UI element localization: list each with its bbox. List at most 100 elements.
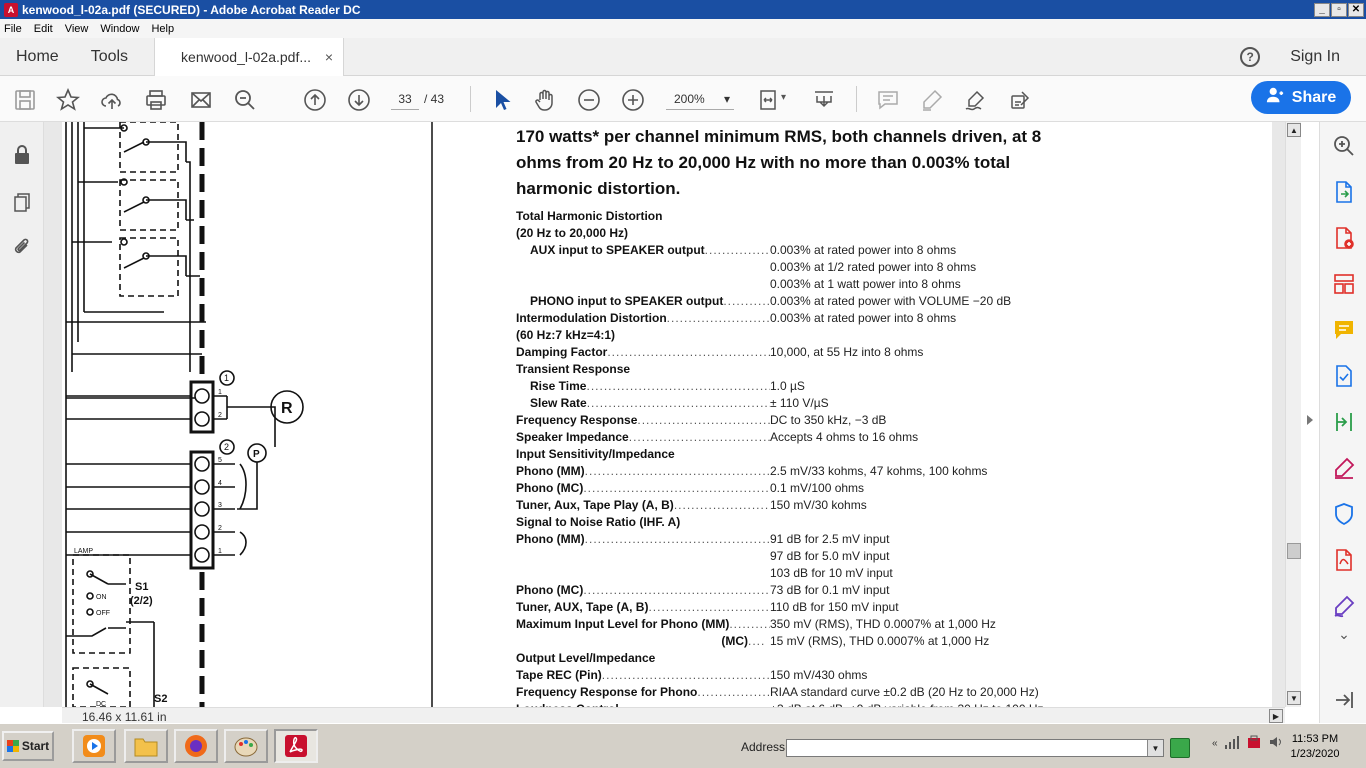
spec-value: 2.5 mV/33 kohms, 47 kohms, 100 kohms bbox=[770, 464, 988, 478]
acrobat-taskbar-icon[interactable] bbox=[274, 729, 318, 763]
comment-icon[interactable] bbox=[876, 88, 900, 112]
pages-thumbnail-icon[interactable] bbox=[11, 191, 33, 213]
spec-label-leader: Speaker Impedance.......................… bbox=[516, 429, 770, 446]
spec-row: (60 Hz:7 kHz=4:1) bbox=[516, 327, 1156, 344]
close-window-button[interactable]: ✕ bbox=[1348, 2, 1364, 17]
close-tab-icon[interactable]: × bbox=[325, 49, 333, 65]
prev-page-icon[interactable] bbox=[303, 88, 327, 112]
send-review-icon[interactable] bbox=[1332, 364, 1356, 388]
export-pdf-icon[interactable] bbox=[1332, 180, 1356, 204]
share-button[interactable]: Share bbox=[1251, 81, 1351, 114]
sign-tool-icon[interactable] bbox=[1332, 594, 1356, 618]
sign-icon[interactable] bbox=[963, 88, 987, 112]
organize-pages-icon[interactable] bbox=[1332, 272, 1356, 296]
highlight-icon[interactable] bbox=[920, 88, 944, 112]
select-cursor-icon[interactable] bbox=[490, 88, 514, 112]
address-dropdown-icon[interactable]: ▼ bbox=[1147, 740, 1163, 756]
hand-icon[interactable] bbox=[533, 88, 557, 112]
tray-chevron-icon[interactable]: « bbox=[1212, 738, 1218, 749]
scroll-down-icon[interactable]: ▼ bbox=[1287, 691, 1301, 705]
comment-tool-icon[interactable] bbox=[1332, 318, 1356, 342]
address-input[interactable] bbox=[786, 739, 1164, 757]
next-page-icon[interactable] bbox=[347, 88, 371, 112]
upload-icon[interactable] bbox=[100, 88, 124, 112]
zoom-panel-icon[interactable] bbox=[1332, 134, 1356, 158]
menu-edit[interactable]: Edit bbox=[34, 23, 53, 35]
lock-icon[interactable] bbox=[11, 144, 33, 166]
scroll-up-icon[interactable]: ▲ bbox=[1287, 123, 1301, 137]
clock[interactable]: 11:53 PM 1/23/2020 bbox=[1290, 732, 1340, 762]
menu-help[interactable]: Help bbox=[151, 23, 174, 35]
spec-value: 0.003% at 1/2 rated power into 8 ohms bbox=[770, 260, 977, 274]
tab-tools[interactable]: Tools bbox=[75, 38, 144, 76]
chevron-down-icon[interactable]: ⌄ bbox=[1332, 626, 1356, 650]
zoom-out-icon[interactable] bbox=[577, 88, 601, 112]
file-explorer-icon[interactable] bbox=[124, 729, 168, 763]
spec-row: (MC).... 15 mV (RMS), THD 0.0007% at 1,00… bbox=[516, 633, 1156, 650]
star-icon[interactable] bbox=[55, 87, 81, 112]
media-player-icon[interactable] bbox=[72, 729, 116, 763]
document-viewport[interactable]: 1 2 R P LAMP ON OFF S1 (2/2) DC S2 1 2 5… bbox=[44, 122, 1285, 707]
paint-icon[interactable] bbox=[224, 729, 268, 763]
spec-row: Frequency Response......................… bbox=[516, 412, 1156, 429]
tab-home[interactable]: Home bbox=[0, 38, 75, 76]
start-button[interactable]: Start bbox=[2, 731, 54, 761]
print-icon[interactable] bbox=[144, 88, 168, 112]
firefox-icon[interactable] bbox=[174, 729, 218, 763]
s1-sub-label: (2/2) bbox=[130, 595, 153, 607]
menu-file[interactable]: File bbox=[4, 23, 22, 35]
sign-in-link[interactable]: Sign In bbox=[1290, 48, 1340, 66]
leader-dots: ........................................… bbox=[607, 345, 770, 359]
fit-chevron-icon[interactable]: ▾ bbox=[781, 92, 786, 103]
tab-row: Home Tools kenwood_l-02a.pdf... × ? Sign… bbox=[0, 37, 1366, 76]
headline-line: harmonic distortion. bbox=[516, 179, 681, 198]
minimize-button[interactable]: _ bbox=[1314, 2, 1330, 17]
export-right-icon[interactable] bbox=[1332, 688, 1356, 712]
security-icon[interactable] bbox=[1246, 734, 1262, 753]
fill-sign-tool-icon[interactable] bbox=[1332, 456, 1356, 480]
mail-icon[interactable] bbox=[189, 88, 213, 112]
pdf-page: 1 2 R P LAMP ON OFF S1 (2/2) DC S2 1 2 5… bbox=[62, 122, 1272, 707]
menu-bar: File Edit View Window Help bbox=[0, 19, 1366, 38]
spec-value: 110 dB for 150 mV input bbox=[770, 600, 899, 614]
spec-label-leader: Maximum Input Level for Phono (MM)......… bbox=[516, 616, 770, 633]
leader-dots: ........................................… bbox=[584, 532, 770, 546]
zoom-in-icon[interactable] bbox=[621, 88, 645, 112]
protect-icon[interactable] bbox=[1332, 502, 1356, 526]
search-icon[interactable] bbox=[233, 88, 257, 112]
collapse-right-panel-icon[interactable] bbox=[1307, 415, 1313, 425]
windows-logo-icon bbox=[6, 740, 19, 752]
vertical-scrollbar[interactable]: ▲ ▼ bbox=[1285, 122, 1301, 707]
volume-icon[interactable] bbox=[1268, 734, 1284, 753]
scroll-thumb[interactable] bbox=[1287, 543, 1301, 559]
compress-icon[interactable] bbox=[1332, 410, 1356, 434]
fit-page-icon[interactable] bbox=[756, 88, 780, 112]
go-arrow-icon[interactable] bbox=[1170, 738, 1190, 758]
menu-window[interactable]: Window bbox=[100, 23, 139, 35]
tab-document[interactable]: kenwood_l-02a.pdf... × bbox=[154, 37, 345, 76]
spec-row: Intermodulation Distortion..............… bbox=[516, 310, 1156, 327]
scroll-mode-icon[interactable] bbox=[812, 88, 836, 112]
horizontal-scrollbar[interactable]: 16.46 x 11.61 in ▶ bbox=[62, 707, 1285, 724]
save-icon[interactable] bbox=[13, 88, 37, 112]
menu-view[interactable]: View bbox=[65, 23, 89, 35]
pin-label: 3 bbox=[218, 502, 222, 509]
zoom-select[interactable]: 200% ▾ bbox=[666, 88, 734, 110]
restore-button[interactable]: ▫ bbox=[1331, 2, 1347, 17]
leader-dots: ........................................… bbox=[673, 498, 770, 512]
pdf-convert-icon[interactable] bbox=[1332, 548, 1356, 572]
attachment-icon[interactable] bbox=[11, 236, 33, 258]
spec-row: Slew Rate...............................… bbox=[516, 395, 1156, 412]
spec-row: 103 dB for 10 mV input bbox=[516, 565, 1156, 582]
spec-value: 350 mV (RMS), THD 0.0007% at 1,000 Hz bbox=[770, 617, 996, 631]
create-pdf-icon[interactable] bbox=[1332, 226, 1356, 250]
spec-row: Transient Response bbox=[516, 361, 1156, 378]
network-icon[interactable] bbox=[1224, 734, 1240, 753]
fill-sign-icon[interactable] bbox=[1008, 88, 1032, 112]
spec-row: PHONO input to SPEAKER output...........… bbox=[516, 293, 1156, 310]
page-number-input[interactable] bbox=[391, 88, 419, 110]
scroll-right-icon[interactable]: ▶ bbox=[1269, 709, 1283, 723]
spec-row: 0.003% at 1/2 rated power into 8 ohms bbox=[516, 259, 1156, 276]
spec-label-leader: Tuner, AUX, Tape (A, B).................… bbox=[516, 599, 770, 616]
help-icon[interactable]: ? bbox=[1240, 46, 1261, 67]
